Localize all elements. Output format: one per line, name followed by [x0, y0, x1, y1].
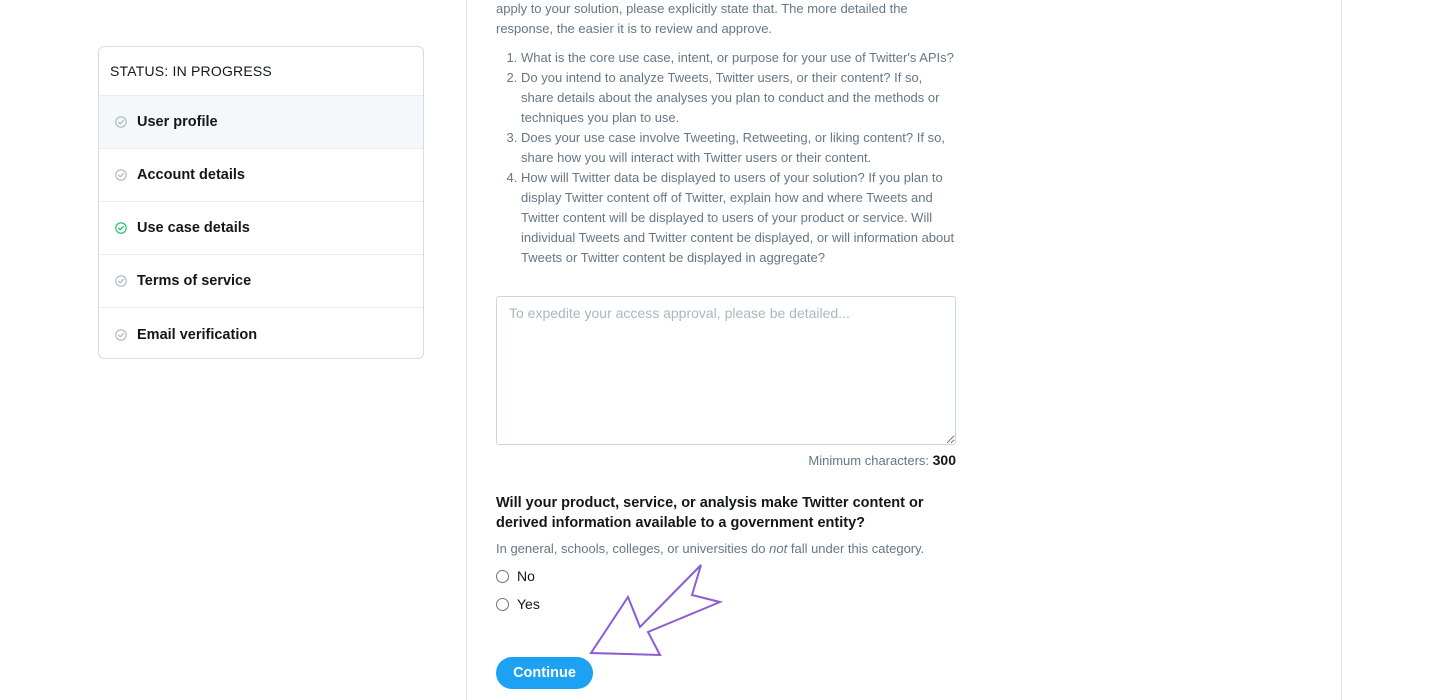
status-step-email-verification: Email verification: [99, 308, 423, 358]
questions-list: What is the core use case, intent, or pu…: [496, 48, 958, 268]
intro-text: apply to your solution, please explicitl…: [496, 1, 908, 36]
radio-yes-label: Yes: [517, 596, 540, 612]
check-circle-icon: [115, 328, 127, 341]
use-case-textarea[interactable]: [496, 296, 956, 445]
status-step-account-details: Account details: [99, 149, 423, 202]
question-item: Do you intend to analyze Tweets, Twitter…: [521, 68, 958, 128]
government-note-before: In general, schools, colleges, or univer…: [496, 541, 770, 556]
steps-list: User profile Account details Use case deta…: [99, 96, 423, 358]
min-characters-count: 300: [932, 452, 956, 468]
annotation-arrow-icon: [589, 564, 724, 657]
government-question: Will your product, service, or analysis …: [496, 495, 924, 531]
annotation-arrow-shape: [589, 564, 724, 657]
government-note: In general, schools, colleges, or univer…: [496, 540, 966, 558]
status-step-terms-of-service: Terms of service: [99, 255, 423, 308]
radio-no-circle[interactable]: [496, 569, 509, 583]
page: STATUS: IN PROGRESS User profile Account …: [0, 0, 1440, 700]
government-note-after: fall under this category.: [787, 541, 925, 556]
status-step-use-case-details: Use case details: [99, 202, 423, 255]
radio-no-label: No: [517, 568, 535, 584]
check-circle-icon: [115, 222, 127, 234]
status-header: STATUS: IN PROGRESS: [99, 47, 423, 96]
check-circle-icon: [115, 116, 127, 128]
government-note-emphasis: not: [769, 541, 788, 556]
check-circle-icon: [115, 275, 127, 287]
continue-button[interactable]: Continue: [496, 657, 593, 689]
radio-option-yes[interactable]: Yes: [496, 596, 540, 612]
min-characters-label: Minimum characters:: [808, 453, 930, 468]
status-step-label: Email verification: [137, 326, 258, 343]
status-step-user-profile: User profile: [99, 96, 423, 149]
status-step-label: User profile: [137, 114, 218, 130]
question-item: What is the core use case, intent, or pu…: [521, 48, 958, 68]
question-item: How will Twitter data be displayed to us…: [521, 168, 958, 268]
check-circle-icon: [115, 169, 127, 181]
question-item: Does your use case involve Tweeting, Ret…: [521, 128, 958, 168]
radio-yes-circle[interactable]: [496, 597, 509, 611]
status-step-label: Use case details: [137, 220, 250, 236]
radio-option-no[interactable]: No: [496, 568, 535, 584]
status-step-label: Terms of service: [137, 273, 252, 289]
status-step-label: Account details: [137, 167, 245, 183]
status-card: STATUS: IN PROGRESS User profile Account …: [98, 46, 424, 359]
min-characters: Minimum characters: 300: [496, 452, 956, 468]
